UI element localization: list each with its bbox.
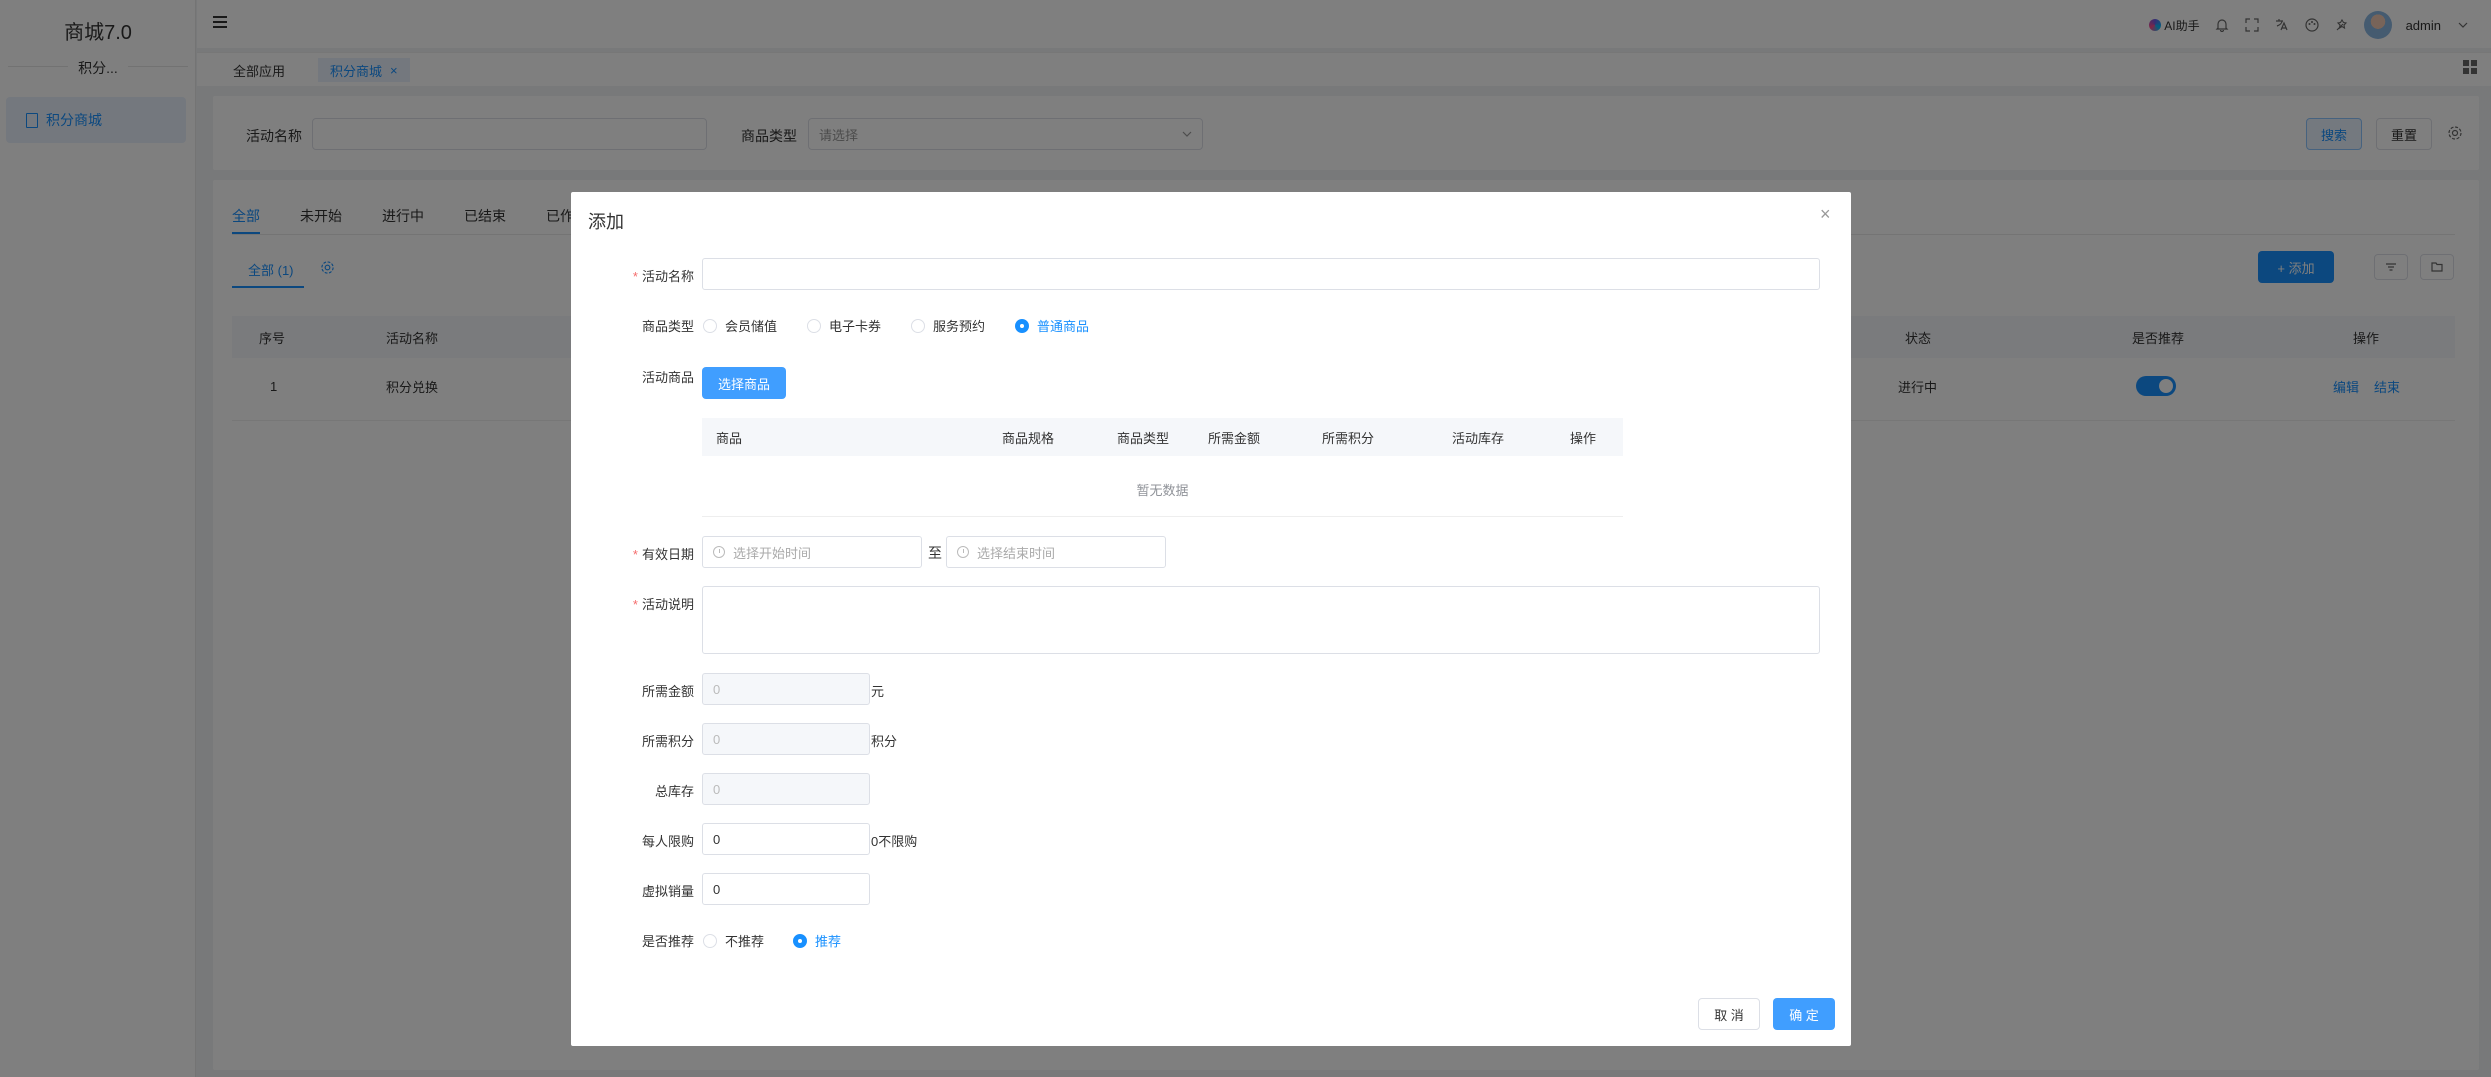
product-col-product: 商品 (716, 430, 743, 446)
radio-label: 服务预约 (933, 319, 986, 334)
product-table-divider (702, 516, 1623, 517)
per-person-limit-value: 0 (713, 831, 721, 847)
field-total-stock-label: 总库存 (654, 784, 694, 799)
radio-label: 推荐 (815, 934, 842, 949)
product-col-stock: 活动库存 (1452, 430, 1505, 446)
required-points-unit: 积分 (871, 734, 898, 749)
description-textarea[interactable] (702, 586, 1820, 654)
per-person-limit-hint: 0不限购 (871, 834, 918, 849)
radio-not-recommend[interactable]: 不推荐 (703, 931, 764, 950)
radio-service-booking[interactable]: 服务预约 (911, 316, 985, 335)
required-amount-unit: 元 (871, 684, 885, 699)
required-mark: * (632, 547, 638, 562)
field-required-points-label: 所需积分 (641, 734, 694, 749)
total-stock-input: 0 (702, 773, 870, 805)
radio-circle (703, 933, 717, 948)
cancel-button[interactable]: 取 消 (1698, 998, 1760, 1030)
virtual-sales-value: 0 (713, 881, 721, 897)
radio-e-coupon[interactable]: 电子卡券 (807, 316, 881, 335)
start-date-placeholder: 选择开始时间 (733, 545, 812, 561)
confirm-button[interactable]: 确 定 (1773, 998, 1835, 1030)
field-activity-product-label: 活动商品 (641, 370, 694, 385)
field-description-label: * 活动说明 (574, 594, 694, 613)
dialog-title: 添加 (588, 212, 624, 232)
field-activity-name-label: * 活动名称 (574, 266, 694, 285)
required-amount-input: 0 (702, 673, 870, 705)
required-mark: * (632, 597, 638, 612)
end-date-picker[interactable]: 选择结束时间 (946, 536, 1166, 568)
field-valid-date-label: * 有效日期 (574, 544, 694, 563)
radio-circle (807, 318, 821, 333)
product-col-points: 所需积分 (1322, 430, 1375, 446)
field-product-type-label: 商品类型 (641, 319, 694, 334)
field-is-recommend-label: 是否推荐 (641, 934, 694, 949)
radio-label: 电子卡券 (829, 319, 882, 334)
select-product-button[interactable]: 选择商品 (702, 367, 786, 399)
radio-member-stored-value[interactable]: 会员储值 (703, 316, 777, 335)
field-per-person-limit-label: 每人限购 (641, 834, 694, 849)
radio-regular-product[interactable]: 普通商品 (1015, 316, 1089, 335)
product-col-amount: 所需金额 (1208, 430, 1261, 446)
clock-icon (713, 546, 725, 558)
radio-label: 会员储值 (725, 319, 778, 334)
clock-icon (957, 546, 969, 558)
field-label-text: 有效日期 (641, 547, 694, 562)
radio-label: 普通商品 (1037, 319, 1090, 334)
product-col-actions: 操作 (1570, 430, 1597, 446)
radio-label: 不推荐 (725, 934, 765, 949)
empty-text: 暂无数据 (1136, 483, 1189, 498)
field-label-text: 活动说明 (641, 597, 694, 612)
virtual-sales-input[interactable]: 0 (702, 873, 870, 905)
product-col-spec: 商品规格 (1002, 430, 1055, 446)
radio-circle (703, 318, 717, 333)
close-icon[interactable]: × (1820, 204, 1831, 225)
product-col-type: 商品类型 (1117, 430, 1170, 446)
radio-circle (1015, 318, 1029, 333)
per-person-limit-input[interactable]: 0 (702, 823, 870, 855)
required-amount-value: 0 (713, 681, 721, 697)
required-points-value: 0 (713, 731, 721, 747)
field-label-text: 活动名称 (641, 269, 694, 284)
end-date-placeholder: 选择结束时间 (977, 545, 1056, 561)
date-separator: 至 (928, 545, 942, 561)
radio-circle (911, 318, 925, 333)
total-stock-value: 0 (713, 781, 721, 797)
required-points-input: 0 (702, 723, 870, 755)
field-required-amount-label: 所需金额 (641, 684, 694, 699)
required-mark: * (632, 269, 638, 284)
radio-recommend[interactable]: 推荐 (793, 931, 841, 950)
start-date-picker[interactable]: 选择开始时间 (702, 536, 922, 568)
activity-name-input[interactable] (702, 258, 1820, 290)
field-virtual-sales-label: 虚拟销量 (641, 884, 694, 899)
radio-circle (793, 933, 807, 948)
